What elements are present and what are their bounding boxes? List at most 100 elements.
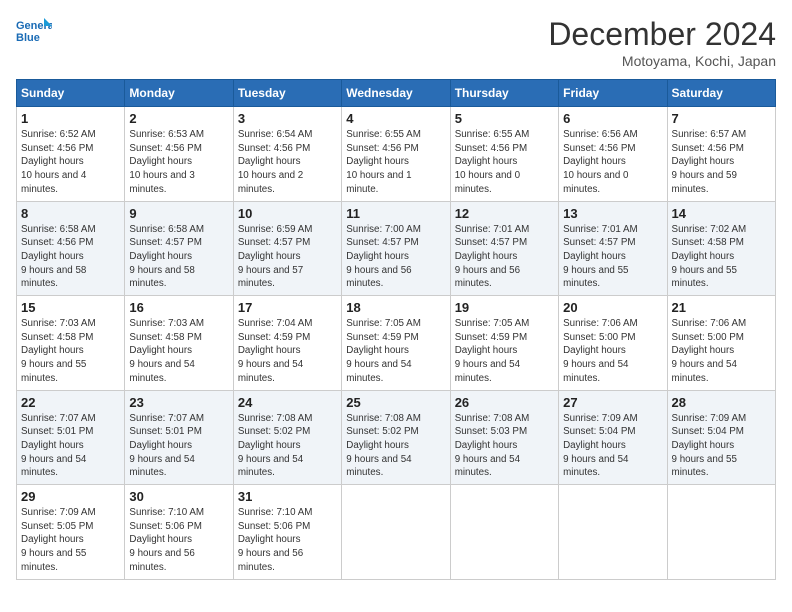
- calendar-day-cell: 25 Sunrise: 7:08 AM Sunset: 5:02 PM Dayl…: [342, 390, 450, 485]
- day-info: Sunrise: 7:08 AM Sunset: 5:03 PM Dayligh…: [455, 412, 554, 481]
- day-number: 17: [238, 300, 337, 315]
- calendar-day-cell: 17 Sunrise: 7:04 AM Sunset: 4:59 PM Dayl…: [233, 296, 341, 391]
- calendar-day-cell: 12 Sunrise: 7:01 AM Sunset: 4:57 PM Dayl…: [450, 201, 558, 296]
- calendar-day-cell: 13 Sunrise: 7:01 AM Sunset: 4:57 PM Dayl…: [559, 201, 667, 296]
- day-info: Sunrise: 6:54 AM Sunset: 4:56 PM Dayligh…: [238, 128, 337, 197]
- day-info: Sunrise: 7:03 AM Sunset: 4:58 PM Dayligh…: [21, 317, 120, 386]
- calendar-day-cell: 5 Sunrise: 6:55 AM Sunset: 4:56 PM Dayli…: [450, 107, 558, 202]
- calendar-day-cell: 9 Sunrise: 6:58 AM Sunset: 4:57 PM Dayli…: [125, 201, 233, 296]
- day-number: 14: [672, 206, 771, 221]
- day-info: Sunrise: 6:57 AM Sunset: 4:56 PM Dayligh…: [672, 128, 771, 197]
- calendar-week-row: 29 Sunrise: 7:09 AM Sunset: 5:05 PM Dayl…: [17, 485, 776, 580]
- logo: General Blue: [16, 16, 52, 44]
- day-number: 1: [21, 111, 120, 126]
- weekday-header-wednesday: Wednesday: [342, 80, 450, 107]
- calendar-day-cell: [450, 485, 558, 580]
- day-number: 21: [672, 300, 771, 315]
- calendar-day-cell: 27 Sunrise: 7:09 AM Sunset: 5:04 PM Dayl…: [559, 390, 667, 485]
- day-number: 15: [21, 300, 120, 315]
- weekday-header-saturday: Saturday: [667, 80, 775, 107]
- calendar-week-row: 15 Sunrise: 7:03 AM Sunset: 4:58 PM Dayl…: [17, 296, 776, 391]
- title-block: December 2024 Motoyama, Kochi, Japan: [548, 16, 776, 69]
- day-info: Sunrise: 7:06 AM Sunset: 5:00 PM Dayligh…: [563, 317, 662, 386]
- day-number: 19: [455, 300, 554, 315]
- calendar-table: SundayMondayTuesdayWednesdayThursdayFrid…: [16, 79, 776, 580]
- calendar-day-cell: 15 Sunrise: 7:03 AM Sunset: 4:58 PM Dayl…: [17, 296, 125, 391]
- day-info: Sunrise: 7:01 AM Sunset: 4:57 PM Dayligh…: [563, 223, 662, 292]
- day-info: Sunrise: 7:05 AM Sunset: 4:59 PM Dayligh…: [455, 317, 554, 386]
- day-info: Sunrise: 7:06 AM Sunset: 5:00 PM Dayligh…: [672, 317, 771, 386]
- day-number: 6: [563, 111, 662, 126]
- day-info: Sunrise: 7:08 AM Sunset: 5:02 PM Dayligh…: [346, 412, 445, 481]
- day-info: Sunrise: 7:10 AM Sunset: 5:06 PM Dayligh…: [238, 506, 337, 575]
- day-info: Sunrise: 7:07 AM Sunset: 5:01 PM Dayligh…: [21, 412, 120, 481]
- day-info: Sunrise: 7:05 AM Sunset: 4:59 PM Dayligh…: [346, 317, 445, 386]
- day-info: Sunrise: 6:53 AM Sunset: 4:56 PM Dayligh…: [129, 128, 228, 197]
- calendar-day-cell: 16 Sunrise: 7:03 AM Sunset: 4:58 PM Dayl…: [125, 296, 233, 391]
- calendar-day-cell: 22 Sunrise: 7:07 AM Sunset: 5:01 PM Dayl…: [17, 390, 125, 485]
- day-info: Sunrise: 7:09 AM Sunset: 5:05 PM Dayligh…: [21, 506, 120, 575]
- calendar-day-cell: 8 Sunrise: 6:58 AM Sunset: 4:56 PM Dayli…: [17, 201, 125, 296]
- calendar-day-cell: 24 Sunrise: 7:08 AM Sunset: 5:02 PM Dayl…: [233, 390, 341, 485]
- calendar-day-cell: 1 Sunrise: 6:52 AM Sunset: 4:56 PM Dayli…: [17, 107, 125, 202]
- day-info: Sunrise: 7:01 AM Sunset: 4:57 PM Dayligh…: [455, 223, 554, 292]
- day-number: 7: [672, 111, 771, 126]
- calendar-day-cell: 30 Sunrise: 7:10 AM Sunset: 5:06 PM Dayl…: [125, 485, 233, 580]
- page-header: General Blue December 2024 Motoyama, Koc…: [16, 16, 776, 69]
- day-number: 18: [346, 300, 445, 315]
- day-number: 30: [129, 489, 228, 504]
- day-number: 5: [455, 111, 554, 126]
- calendar-week-row: 8 Sunrise: 6:58 AM Sunset: 4:56 PM Dayli…: [17, 201, 776, 296]
- day-info: Sunrise: 7:00 AM Sunset: 4:57 PM Dayligh…: [346, 223, 445, 292]
- day-info: Sunrise: 7:10 AM Sunset: 5:06 PM Dayligh…: [129, 506, 228, 575]
- day-info: Sunrise: 6:58 AM Sunset: 4:57 PM Dayligh…: [129, 223, 228, 292]
- day-info: Sunrise: 6:55 AM Sunset: 4:56 PM Dayligh…: [455, 128, 554, 197]
- day-info: Sunrise: 6:55 AM Sunset: 4:56 PM Dayligh…: [346, 128, 445, 197]
- calendar-day-cell: [667, 485, 775, 580]
- month-title: December 2024: [548, 16, 776, 53]
- day-info: Sunrise: 7:03 AM Sunset: 4:58 PM Dayligh…: [129, 317, 228, 386]
- calendar-day-cell: 19 Sunrise: 7:05 AM Sunset: 4:59 PM Dayl…: [450, 296, 558, 391]
- calendar-day-cell: 20 Sunrise: 7:06 AM Sunset: 5:00 PM Dayl…: [559, 296, 667, 391]
- day-number: 26: [455, 395, 554, 410]
- calendar-day-cell: 4 Sunrise: 6:55 AM Sunset: 4:56 PM Dayli…: [342, 107, 450, 202]
- day-info: Sunrise: 6:56 AM Sunset: 4:56 PM Dayligh…: [563, 128, 662, 197]
- day-number: 4: [346, 111, 445, 126]
- calendar-day-cell: 31 Sunrise: 7:10 AM Sunset: 5:06 PM Dayl…: [233, 485, 341, 580]
- day-number: 22: [21, 395, 120, 410]
- day-info: Sunrise: 7:02 AM Sunset: 4:58 PM Dayligh…: [672, 223, 771, 292]
- location: Motoyama, Kochi, Japan: [548, 53, 776, 69]
- calendar-day-cell: 26 Sunrise: 7:08 AM Sunset: 5:03 PM Dayl…: [450, 390, 558, 485]
- calendar-day-cell: [342, 485, 450, 580]
- day-number: 3: [238, 111, 337, 126]
- day-number: 31: [238, 489, 337, 504]
- calendar-day-cell: 28 Sunrise: 7:09 AM Sunset: 5:04 PM Dayl…: [667, 390, 775, 485]
- calendar-day-cell: 21 Sunrise: 7:06 AM Sunset: 5:00 PM Dayl…: [667, 296, 775, 391]
- calendar-day-cell: 7 Sunrise: 6:57 AM Sunset: 4:56 PM Dayli…: [667, 107, 775, 202]
- day-info: Sunrise: 6:59 AM Sunset: 4:57 PM Dayligh…: [238, 223, 337, 292]
- day-info: Sunrise: 6:58 AM Sunset: 4:56 PM Dayligh…: [21, 223, 120, 292]
- day-info: Sunrise: 7:09 AM Sunset: 5:04 PM Dayligh…: [563, 412, 662, 481]
- day-number: 29: [21, 489, 120, 504]
- day-info: Sunrise: 7:09 AM Sunset: 5:04 PM Dayligh…: [672, 412, 771, 481]
- logo-icon: General Blue: [16, 16, 52, 44]
- calendar-day-cell: 10 Sunrise: 6:59 AM Sunset: 4:57 PM Dayl…: [233, 201, 341, 296]
- calendar-header-row: SundayMondayTuesdayWednesdayThursdayFrid…: [17, 80, 776, 107]
- day-number: 20: [563, 300, 662, 315]
- calendar-day-cell: 2 Sunrise: 6:53 AM Sunset: 4:56 PM Dayli…: [125, 107, 233, 202]
- calendar-week-row: 22 Sunrise: 7:07 AM Sunset: 5:01 PM Dayl…: [17, 390, 776, 485]
- day-number: 11: [346, 206, 445, 221]
- calendar-day-cell: 29 Sunrise: 7:09 AM Sunset: 5:05 PM Dayl…: [17, 485, 125, 580]
- calendar-day-cell: 6 Sunrise: 6:56 AM Sunset: 4:56 PM Dayli…: [559, 107, 667, 202]
- calendar-week-row: 1 Sunrise: 6:52 AM Sunset: 4:56 PM Dayli…: [17, 107, 776, 202]
- day-info: Sunrise: 7:07 AM Sunset: 5:01 PM Dayligh…: [129, 412, 228, 481]
- day-info: Sunrise: 7:04 AM Sunset: 4:59 PM Dayligh…: [238, 317, 337, 386]
- day-number: 23: [129, 395, 228, 410]
- day-info: Sunrise: 6:52 AM Sunset: 4:56 PM Dayligh…: [21, 128, 120, 197]
- svg-text:Blue: Blue: [16, 32, 40, 44]
- calendar-day-cell: 23 Sunrise: 7:07 AM Sunset: 5:01 PM Dayl…: [125, 390, 233, 485]
- weekday-header-friday: Friday: [559, 80, 667, 107]
- day-number: 2: [129, 111, 228, 126]
- calendar-day-cell: [559, 485, 667, 580]
- weekday-header-sunday: Sunday: [17, 80, 125, 107]
